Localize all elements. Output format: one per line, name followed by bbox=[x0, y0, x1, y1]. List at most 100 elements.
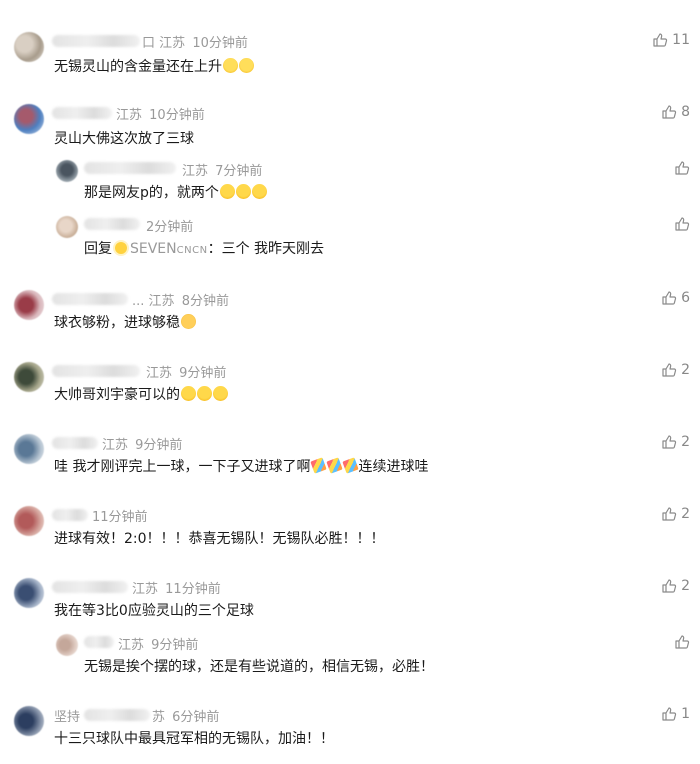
avatar[interactable] bbox=[14, 434, 44, 464]
avatar[interactable] bbox=[14, 362, 44, 392]
thumbs-up-icon bbox=[662, 363, 677, 377]
like-button[interactable]: 2 bbox=[661, 434, 690, 450]
like-button[interactable] bbox=[674, 160, 690, 176]
avatar[interactable] bbox=[14, 32, 44, 62]
sun-emoji-icon bbox=[115, 242, 127, 254]
thumbs-up-icon bbox=[662, 707, 677, 721]
like-count: 1 bbox=[681, 706, 690, 722]
like-button[interactable] bbox=[674, 634, 690, 650]
comment-meta: 江苏 7分钟前 bbox=[182, 160, 262, 179]
reply-to-name-suffix: CNCN bbox=[176, 245, 208, 256]
reply-to-username[interactable]: SEVENCNCN bbox=[130, 241, 208, 257]
like-button[interactable]: 1 bbox=[661, 706, 690, 722]
comment-text: 进球有效！2:0！！！恭喜无锡队！无锡队必胜！！！ bbox=[54, 531, 385, 547]
username-blurred[interactable] bbox=[84, 218, 140, 230]
timestamp: 10分钟前 bbox=[192, 36, 248, 51]
username-suffix: 口 bbox=[142, 36, 156, 51]
avatar[interactable] bbox=[14, 706, 44, 736]
like-button[interactable]: 11 bbox=[652, 32, 690, 48]
cake-emoji-icon bbox=[181, 386, 196, 401]
like-button[interactable]: 8 bbox=[661, 104, 690, 120]
party-popper-icon bbox=[310, 457, 328, 474]
comment-text-content: ：三个 我昨天刚去 bbox=[207, 241, 325, 257]
location: 江苏 bbox=[116, 108, 143, 123]
thumbs-up-icon bbox=[662, 105, 677, 119]
comment-meta: 2分钟前 bbox=[146, 216, 193, 235]
comment-meta: 江苏 11分钟前 bbox=[132, 578, 221, 597]
laughing-emoji-icon bbox=[219, 184, 235, 199]
laughing-emoji-icon bbox=[251, 184, 267, 199]
comment-text: 无锡灵山的含金量还在上升 bbox=[54, 56, 254, 76]
thumbs-up-icon bbox=[675, 217, 690, 231]
comment-meta: 江苏 9分钟前 bbox=[118, 634, 198, 653]
avatar[interactable] bbox=[56, 160, 78, 182]
cat-emoji-icon bbox=[181, 314, 196, 329]
location: 江苏 bbox=[146, 366, 173, 381]
like-button[interactable]: 2 bbox=[661, 362, 690, 378]
location: 江苏 bbox=[148, 294, 175, 309]
avatar[interactable] bbox=[14, 578, 44, 608]
like-button[interactable]: 2 bbox=[661, 578, 690, 594]
like-count: 8 bbox=[681, 104, 690, 120]
like-button[interactable] bbox=[674, 216, 690, 232]
timestamp: 8分钟前 bbox=[181, 294, 229, 309]
comment-text-content: 无锡灵山的含金量还在上升 bbox=[54, 59, 222, 75]
like-button[interactable]: 2 bbox=[661, 506, 690, 522]
comment-text: 我在等3比0应验灵山的三个足球 bbox=[54, 603, 254, 619]
avatar[interactable] bbox=[56, 216, 78, 238]
username-blurred[interactable] bbox=[84, 636, 114, 648]
avatar[interactable] bbox=[14, 290, 44, 320]
comment-text-content: 那是网友p的，就两个 bbox=[84, 185, 219, 201]
comment-text-content: 大帅哥刘宇豪可以的 bbox=[54, 387, 180, 403]
username-blurred[interactable] bbox=[84, 709, 150, 721]
party-popper-icon bbox=[342, 457, 360, 474]
location: 江苏 bbox=[132, 582, 159, 597]
username-blurred[interactable] bbox=[52, 107, 112, 119]
like-count: 2 bbox=[681, 506, 690, 522]
like-count: 6 bbox=[681, 290, 690, 306]
username-blurred[interactable] bbox=[52, 35, 140, 47]
comment-meta: 江苏 9分钟前 bbox=[102, 434, 182, 453]
location: 江苏 bbox=[182, 164, 209, 179]
location: 江苏 bbox=[159, 36, 186, 51]
username-blurred[interactable] bbox=[52, 509, 88, 521]
location: 江苏 bbox=[102, 438, 129, 453]
thumbs-up-icon bbox=[662, 507, 677, 521]
avatar[interactable] bbox=[56, 634, 78, 656]
like-count: 2 bbox=[681, 362, 690, 378]
username-blurred[interactable] bbox=[52, 437, 98, 449]
comment-text: 灵山大佛这次放了三球 bbox=[54, 131, 194, 147]
comment-meta: 坚持 bbox=[54, 706, 80, 725]
timestamp: 9分钟前 bbox=[135, 438, 183, 453]
username-blurred[interactable] bbox=[52, 581, 128, 593]
comment-text: 那是网友p的，就两个 bbox=[84, 182, 267, 202]
location: 江苏 bbox=[118, 638, 145, 653]
thumbs-up-icon bbox=[662, 291, 677, 305]
timestamp: 7分钟前 bbox=[215, 164, 263, 179]
timestamp: 6分钟前 bbox=[172, 710, 220, 725]
avatar[interactable] bbox=[14, 506, 44, 536]
comment-meta-right: 苏 6分钟前 bbox=[152, 706, 219, 725]
timestamp: 10分钟前 bbox=[149, 108, 205, 123]
comment-text-content: 球衣够粉，进球够稳 bbox=[54, 315, 180, 331]
comment-text: 无锡是挨个摆的球，还是有些说道的，相信无锡，必胜！ bbox=[84, 659, 434, 675]
timestamp: 11分钟前 bbox=[165, 582, 221, 597]
comment-meta: 口 江苏 10分钟前 bbox=[142, 32, 248, 51]
thumbs-up-icon bbox=[675, 161, 690, 175]
reply-prefix: 回复 bbox=[84, 241, 112, 257]
username-blurred[interactable] bbox=[52, 293, 128, 305]
username-suffix: ... bbox=[132, 294, 145, 309]
comment-meta: 江苏 9分钟前 bbox=[146, 362, 226, 381]
laughing-emoji-icon bbox=[235, 184, 251, 199]
avatar[interactable] bbox=[14, 104, 44, 134]
comment-text: 球衣够粉，进球够稳 bbox=[54, 312, 196, 332]
timestamp: 11分钟前 bbox=[92, 510, 148, 525]
username-partial[interactable]: 坚持 bbox=[54, 710, 80, 725]
like-button[interactable]: 6 bbox=[661, 290, 690, 306]
like-count: 2 bbox=[681, 434, 690, 450]
username-blurred[interactable] bbox=[84, 162, 176, 174]
timestamp: 9分钟前 bbox=[151, 638, 199, 653]
username-blurred[interactable] bbox=[52, 365, 140, 377]
like-count: 2 bbox=[681, 578, 690, 594]
like-count: 11 bbox=[672, 32, 690, 48]
